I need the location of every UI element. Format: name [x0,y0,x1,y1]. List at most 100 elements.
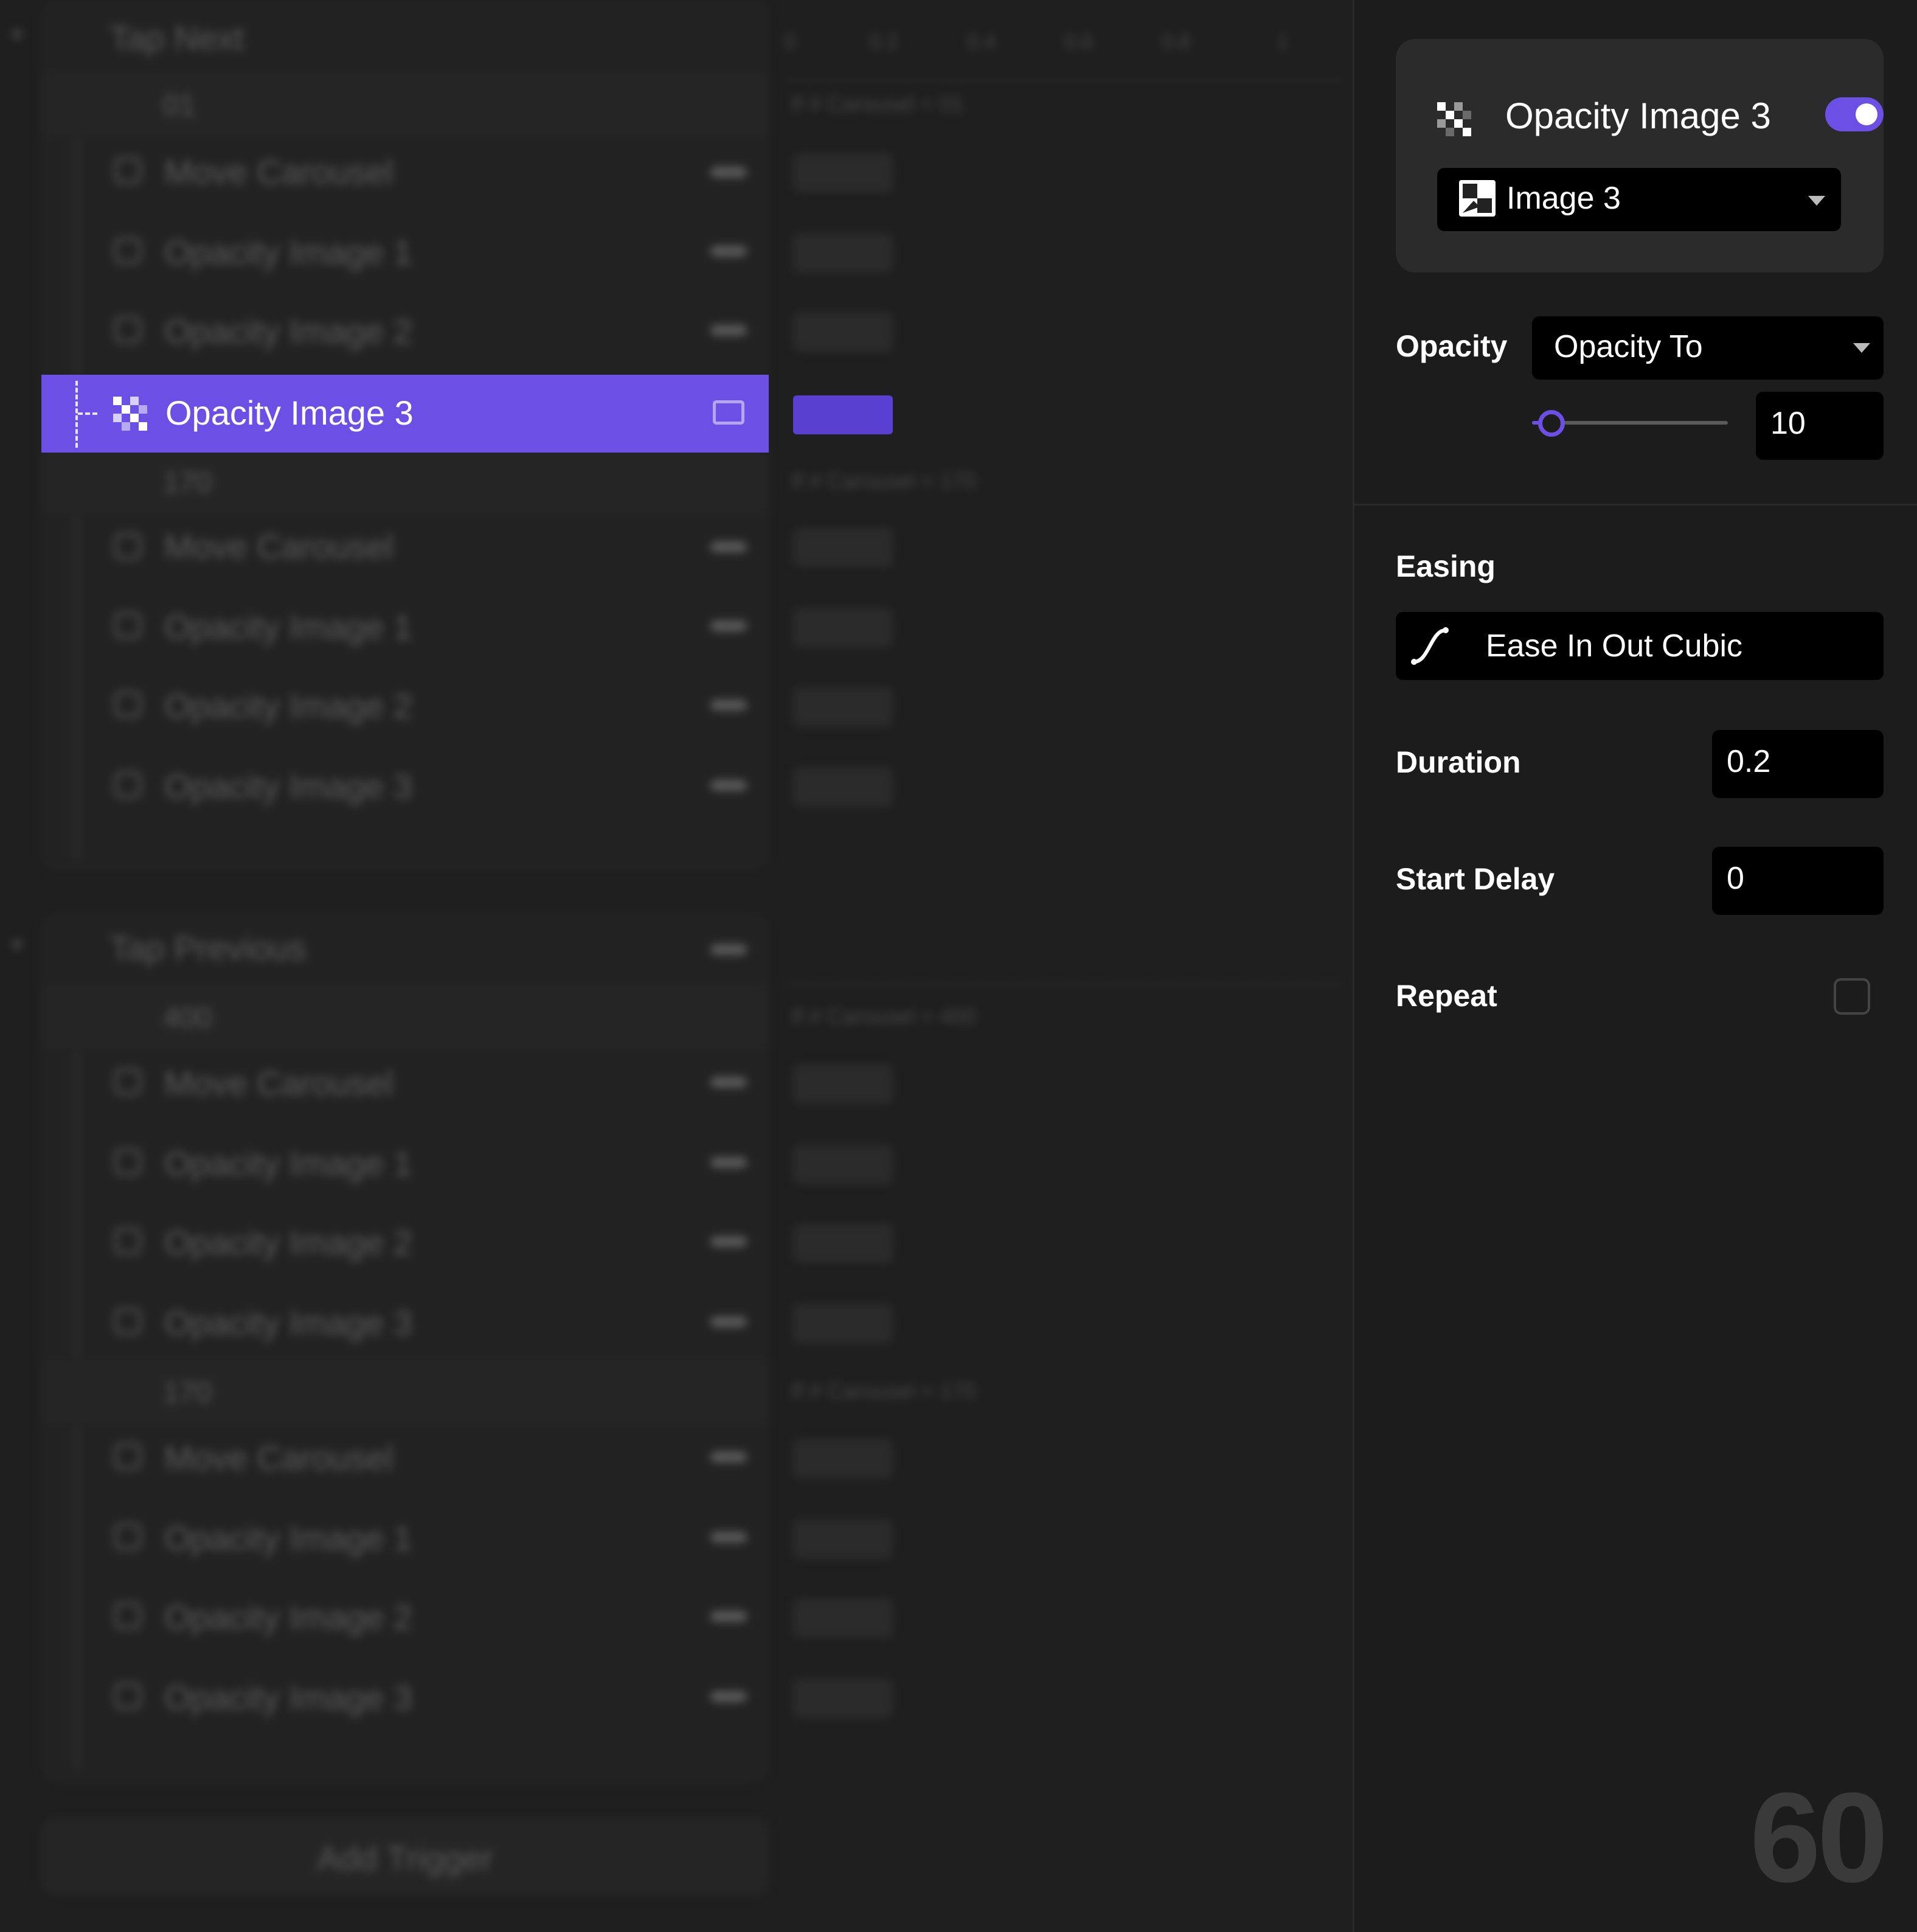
selected-action-row[interactable]: Opacity Image 3 [41,375,769,453]
action-timing-bar[interactable] [793,1439,893,1478]
action-timing-bar[interactable] [793,528,893,567]
add-trigger-button[interactable]: Add Trigger [41,1819,769,1894]
action-label[interactable]: Opacity Image 3 [164,766,412,806]
action-label[interactable]: Opacity Image 1 [164,1144,412,1183]
action-type-icon [710,1316,747,1327]
action-label[interactable]: Move Carousel [164,527,393,566]
repeat-checkbox[interactable] [1834,978,1870,1015]
chevron-down-icon[interactable]: ▾ [11,21,23,49]
action-label[interactable]: Opacity Image 3 [164,1303,412,1343]
state-label: 01 [163,89,196,122]
action-timing-bar[interactable] [793,234,893,273]
action-label[interactable]: Opacity Image 1 [164,1518,412,1558]
action-timing-bar[interactable] [793,1224,893,1263]
image-icon [114,612,141,639]
image-icon [114,1308,141,1335]
action-label[interactable]: Opacity Image 2 [164,1597,412,1637]
section-divider [1354,504,1917,506]
chevron-down-icon[interactable]: ▾ [11,931,23,959]
image-icon [114,1602,141,1629]
action-timing-bar[interactable] [793,1065,893,1103]
action-label[interactable]: Opacity Image 2 [164,686,412,726]
state-summary: If # Carousel = 01 [791,91,965,116]
action-timing-bar[interactable] [793,768,893,807]
chevron-down-icon [1808,196,1825,206]
blurred-timeline: ▾ Tap Next 0 0.2 0.4 0.6 0.8 1 01 If # C… [0,0,1353,1932]
action-label[interactable]: Move Carousel [164,1063,393,1103]
opacity-checker-icon [1437,102,1471,136]
state-row[interactable]: 170 [41,450,769,513]
timeline-panel: ▾ Tap Next 0 0.2 0.4 0.6 0.8 1 01 If # C… [0,0,1353,1932]
action-type-icon [710,780,747,791]
action-label[interactable]: Opacity Image 1 [164,232,412,272]
action-type-icon [710,1077,747,1088]
image-icon [114,316,141,343]
action-timing-bar[interactable] [793,1145,893,1184]
start-delay-label: Start Delay [1396,862,1555,896]
tree-line [75,1427,78,1768]
add-trigger-label: Add Trigger [317,1839,493,1877]
move-icon [114,1443,141,1470]
start-delay-value: 0 [1727,861,1744,896]
opacity-mode-value: Opacity To [1554,329,1703,364]
selected-action-timing-bar[interactable] [793,395,893,434]
easing-curve-icon [1411,627,1449,665]
time-ruler [785,983,1344,986]
action-label[interactable]: Opacity Image 1 [164,607,412,647]
easing-value: Ease In Out Cubic [1486,628,1742,664]
enable-toggle[interactable] [1825,97,1884,131]
slider-thumb[interactable] [1538,410,1565,437]
action-timing-bar[interactable] [793,1520,893,1558]
move-icon [114,157,141,184]
easing-select[interactable]: Ease In Out Cubic [1396,612,1884,680]
duration-value: 0.2 [1727,744,1771,779]
state-label: 400 [163,1002,212,1034]
image-layer-icon [1459,180,1496,217]
chevron-down-icon [1853,343,1870,353]
time-ruler [785,79,1344,82]
opacity-slider[interactable] [1532,404,1728,443]
opacity-label: Opacity [1396,329,1508,363]
fps-counter: 60 [1750,1766,1888,1909]
image-icon [114,237,141,264]
tree-line [75,517,78,858]
action-label[interactable]: Move Carousel [164,1438,393,1478]
image-icon [114,1228,141,1254]
opacity-mode-select[interactable]: Opacity To [1532,316,1884,380]
ruler-tick: 0.4 [967,30,996,54]
action-timing-bar[interactable] [793,313,893,352]
action-label[interactable]: Opacity Image 2 [164,311,412,351]
action-timing-bar[interactable] [793,608,893,647]
duration-field[interactable]: 0.2 [1712,730,1884,798]
action-timing-bar[interactable] [793,1679,893,1718]
action-timing-bar[interactable] [793,687,893,726]
target-layer-select[interactable]: Image 3 [1437,168,1841,231]
action-label[interactable]: Opacity Image 3 [164,1678,412,1717]
image-type-icon [713,400,744,425]
action-timing-bar[interactable] [793,1599,893,1638]
state-row[interactable]: 170 [41,1360,769,1423]
action-label[interactable]: Move Carousel [164,152,393,192]
action-title[interactable]: Opacity Image 3 [1505,95,1771,137]
image-icon [114,1148,141,1175]
trigger-title[interactable]: Tap Next [109,18,244,58]
opacity-value-field[interactable]: 10 [1756,392,1884,460]
eye-icon[interactable] [710,944,747,955]
action-type-icon [710,1532,747,1543]
ruler-tick: 0 [785,30,796,54]
easing-label: Easing [1396,549,1496,583]
opacity-checker-icon [113,397,147,431]
state-row[interactable]: 400 [41,985,769,1049]
state-row[interactable]: 01 [41,73,769,136]
state-label: 170 [163,467,212,499]
action-timing-bar[interactable] [793,1304,893,1343]
action-type-icon [710,1451,747,1462]
action-type-icon [710,167,747,178]
action-timing-bar[interactable] [793,153,893,192]
trigger-title[interactable]: Tap Previous [109,928,307,968]
selected-action-label: Opacity Image 3 [165,394,414,432]
ruler-tick: 0.6 [1064,30,1094,54]
start-delay-field[interactable]: 0 [1712,847,1884,915]
action-label[interactable]: Opacity Image 2 [164,1223,412,1262]
tree-connector [78,412,97,415]
